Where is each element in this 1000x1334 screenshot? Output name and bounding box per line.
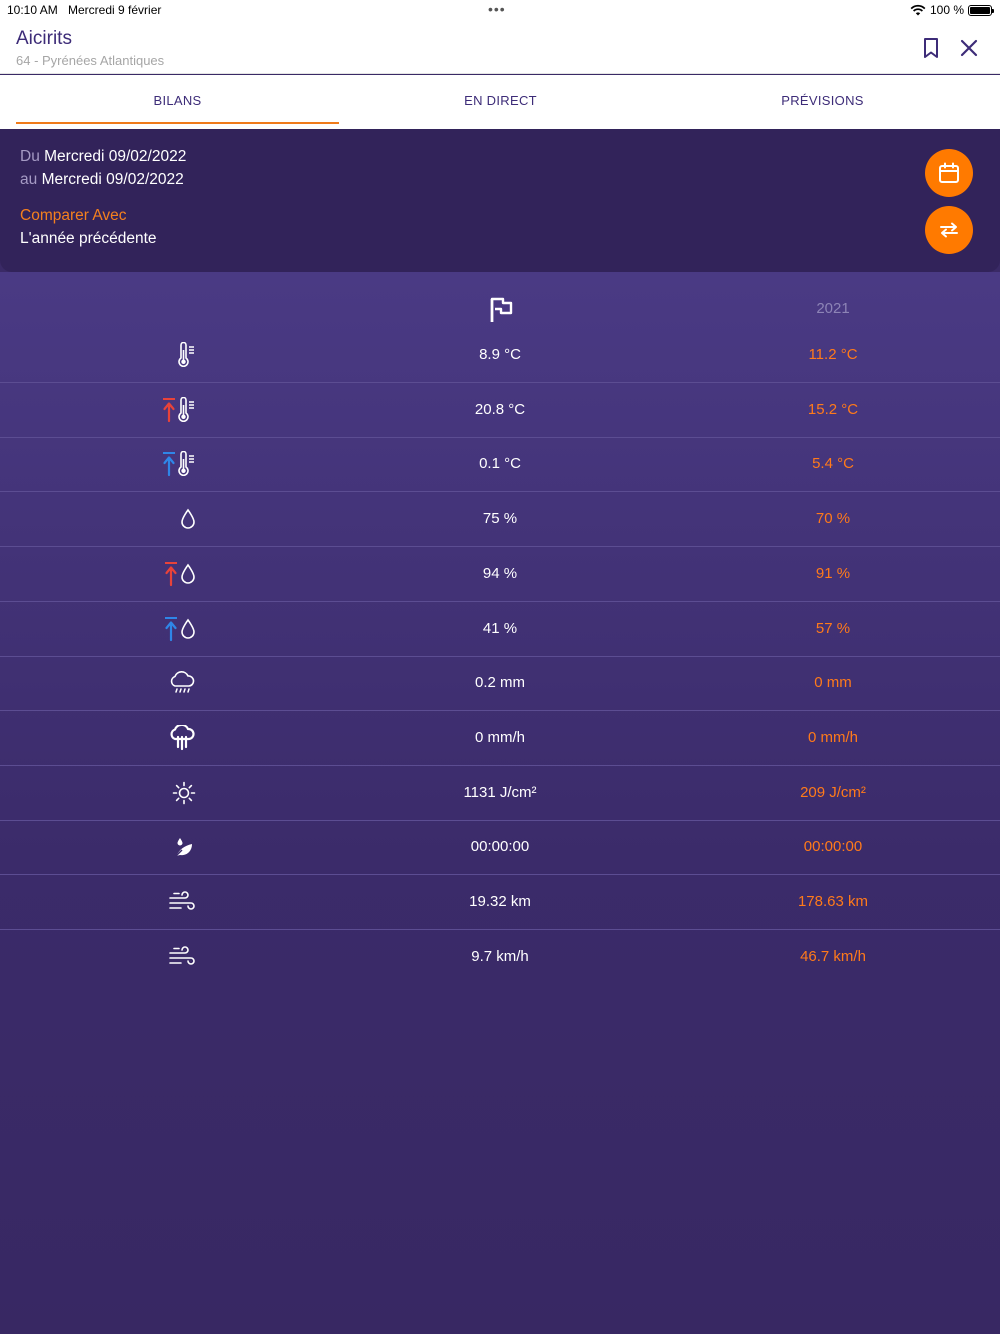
tab-en-direct[interactable]: EN DIRECT bbox=[339, 75, 662, 129]
tab-bar: BILANS EN DIRECT PRÉVISIONS bbox=[0, 75, 1000, 129]
compare-value: L'année précédente bbox=[20, 230, 157, 247]
flag-icon bbox=[487, 296, 515, 324]
multitasking-dots-icon[interactable]: ••• bbox=[488, 2, 506, 16]
period-to-date: Mercredi 09/02/2022 bbox=[41, 171, 184, 188]
previous-year-header: 2021 bbox=[816, 300, 850, 317]
sun-icon bbox=[140, 776, 196, 810]
rain-cloud-icon bbox=[140, 666, 196, 700]
close-button[interactable] bbox=[957, 36, 981, 60]
status-date: Mercredi 9 février bbox=[68, 3, 162, 17]
max-humidity-icon bbox=[140, 557, 196, 591]
current-value: 19.32 km bbox=[469, 893, 531, 910]
previous-year-value: 00:00:00 bbox=[803, 838, 863, 856]
current-value: 8.9 °C bbox=[479, 346, 521, 363]
current-value: 0.1 °C bbox=[479, 455, 521, 473]
previous-year-value: 178.63 km bbox=[797, 893, 869, 910]
current-value: 41 % bbox=[482, 619, 518, 637]
bookmark-icon bbox=[924, 38, 938, 58]
status-time: 10:10 AM bbox=[7, 3, 58, 17]
min-humidity-icon bbox=[140, 612, 196, 646]
table-row: 0 mm/h 0 mm/h bbox=[0, 711, 1000, 766]
current-value: 0 mm/h bbox=[474, 728, 525, 746]
previous-year-value: 0 mm/h bbox=[807, 728, 858, 746]
period-panel: Du Mercredi 09/02/2022 au Mercredi 09/02… bbox=[0, 129, 1000, 272]
status-indicators: 100 % bbox=[910, 3, 994, 17]
previous-year-value: 46.7 km/h bbox=[800, 947, 866, 965]
period-to: au Mercredi 09/02/2022 bbox=[20, 171, 184, 189]
active-tab-indicator bbox=[16, 122, 339, 124]
current-value: 20.8 °C bbox=[474, 400, 526, 418]
table-row: 94 % 91 % bbox=[0, 547, 1000, 602]
tab-bilans[interactable]: BILANS bbox=[16, 75, 339, 129]
thermometer-icon bbox=[140, 338, 196, 372]
compare-swap-button[interactable] bbox=[925, 206, 973, 254]
current-value: 1131 J/cm² bbox=[463, 783, 537, 801]
calendar-button[interactable] bbox=[925, 149, 973, 197]
table-row: 1131 J/cm² 209 J/cm² bbox=[0, 766, 1000, 821]
bookmark-button[interactable] bbox=[919, 36, 943, 60]
tab-previsions[interactable]: PRÉVISIONS bbox=[661, 75, 984, 129]
period-from: Du Mercredi 09/02/2022 bbox=[20, 148, 186, 166]
table-row: 19.32 km 178.63 km bbox=[0, 875, 1000, 930]
period-from-prefix: Du bbox=[20, 148, 40, 165]
table-row: 41 % 57 % bbox=[0, 602, 1000, 657]
table-row: 20.8 °C 15.2 °C bbox=[0, 383, 1000, 438]
compare-label: Comparer Avec bbox=[20, 207, 127, 224]
battery-percent: 100 % bbox=[929, 3, 964, 17]
previous-year-value: 5.4 °C bbox=[812, 455, 854, 473]
station-region: 64 - Pyrénées Atlantiques bbox=[16, 53, 165, 68]
previous-year-value: 11.2 °C bbox=[808, 346, 858, 363]
max-temperature-icon bbox=[140, 393, 196, 427]
current-value: 0.2 mm bbox=[474, 674, 525, 692]
leaf-wetness-icon bbox=[140, 830, 196, 864]
wind-speed-icon bbox=[140, 940, 196, 974]
previous-year-value: 57 % bbox=[815, 619, 851, 637]
previous-year-value: 15.2 °C bbox=[807, 400, 859, 418]
table-row: 0.2 mm 0 mm bbox=[0, 656, 1000, 712]
wifi-icon bbox=[910, 4, 926, 16]
current-value: 9.7 km/h bbox=[471, 947, 529, 965]
battery-icon bbox=[968, 4, 994, 16]
station-header: Aicirits 64 - Pyrénées Atlantiques bbox=[0, 22, 1000, 74]
humidity-drop-icon bbox=[140, 502, 196, 536]
close-icon bbox=[960, 39, 978, 57]
previous-year-value: 91 % bbox=[815, 564, 851, 582]
period-from-date: Mercredi 09/02/2022 bbox=[44, 148, 187, 165]
station-name: Aicirits bbox=[16, 28, 72, 49]
previous-year-value: 70 % bbox=[815, 510, 851, 528]
rain-intensity-icon bbox=[140, 721, 196, 755]
period-to-prefix: au bbox=[20, 171, 38, 188]
wind-icon bbox=[140, 885, 196, 919]
previous-year-value: 0 mm bbox=[814, 674, 852, 692]
min-temperature-icon bbox=[140, 447, 196, 481]
table-row: 75 % 70 % bbox=[0, 492, 1000, 548]
table-row: 00:00:00 00:00:00 bbox=[0, 820, 1000, 876]
status-bar: 10:10 AM Mercredi 9 février ••• 100 % bbox=[0, 0, 1000, 22]
table-row: 0.1 °C 5.4 °C bbox=[0, 437, 1000, 493]
calendar-icon bbox=[939, 162, 959, 183]
swap-arrows-icon bbox=[940, 222, 958, 238]
table-row: 8.9 °C 11.2 °C bbox=[0, 328, 1000, 383]
table-row: 9.7 km/h 46.7 km/h bbox=[0, 930, 1000, 985]
current-value: 75 % bbox=[482, 510, 518, 528]
current-value: 94 % bbox=[482, 564, 518, 582]
previous-year-value: 209 J/cm² bbox=[800, 783, 866, 801]
current-value: 00:00:00 bbox=[470, 838, 530, 856]
summary-table: 2021 8.9 °C 11.2 °C 20.8 °C 15.2 °C 0.1 °C 5.… bbox=[0, 272, 1000, 1334]
